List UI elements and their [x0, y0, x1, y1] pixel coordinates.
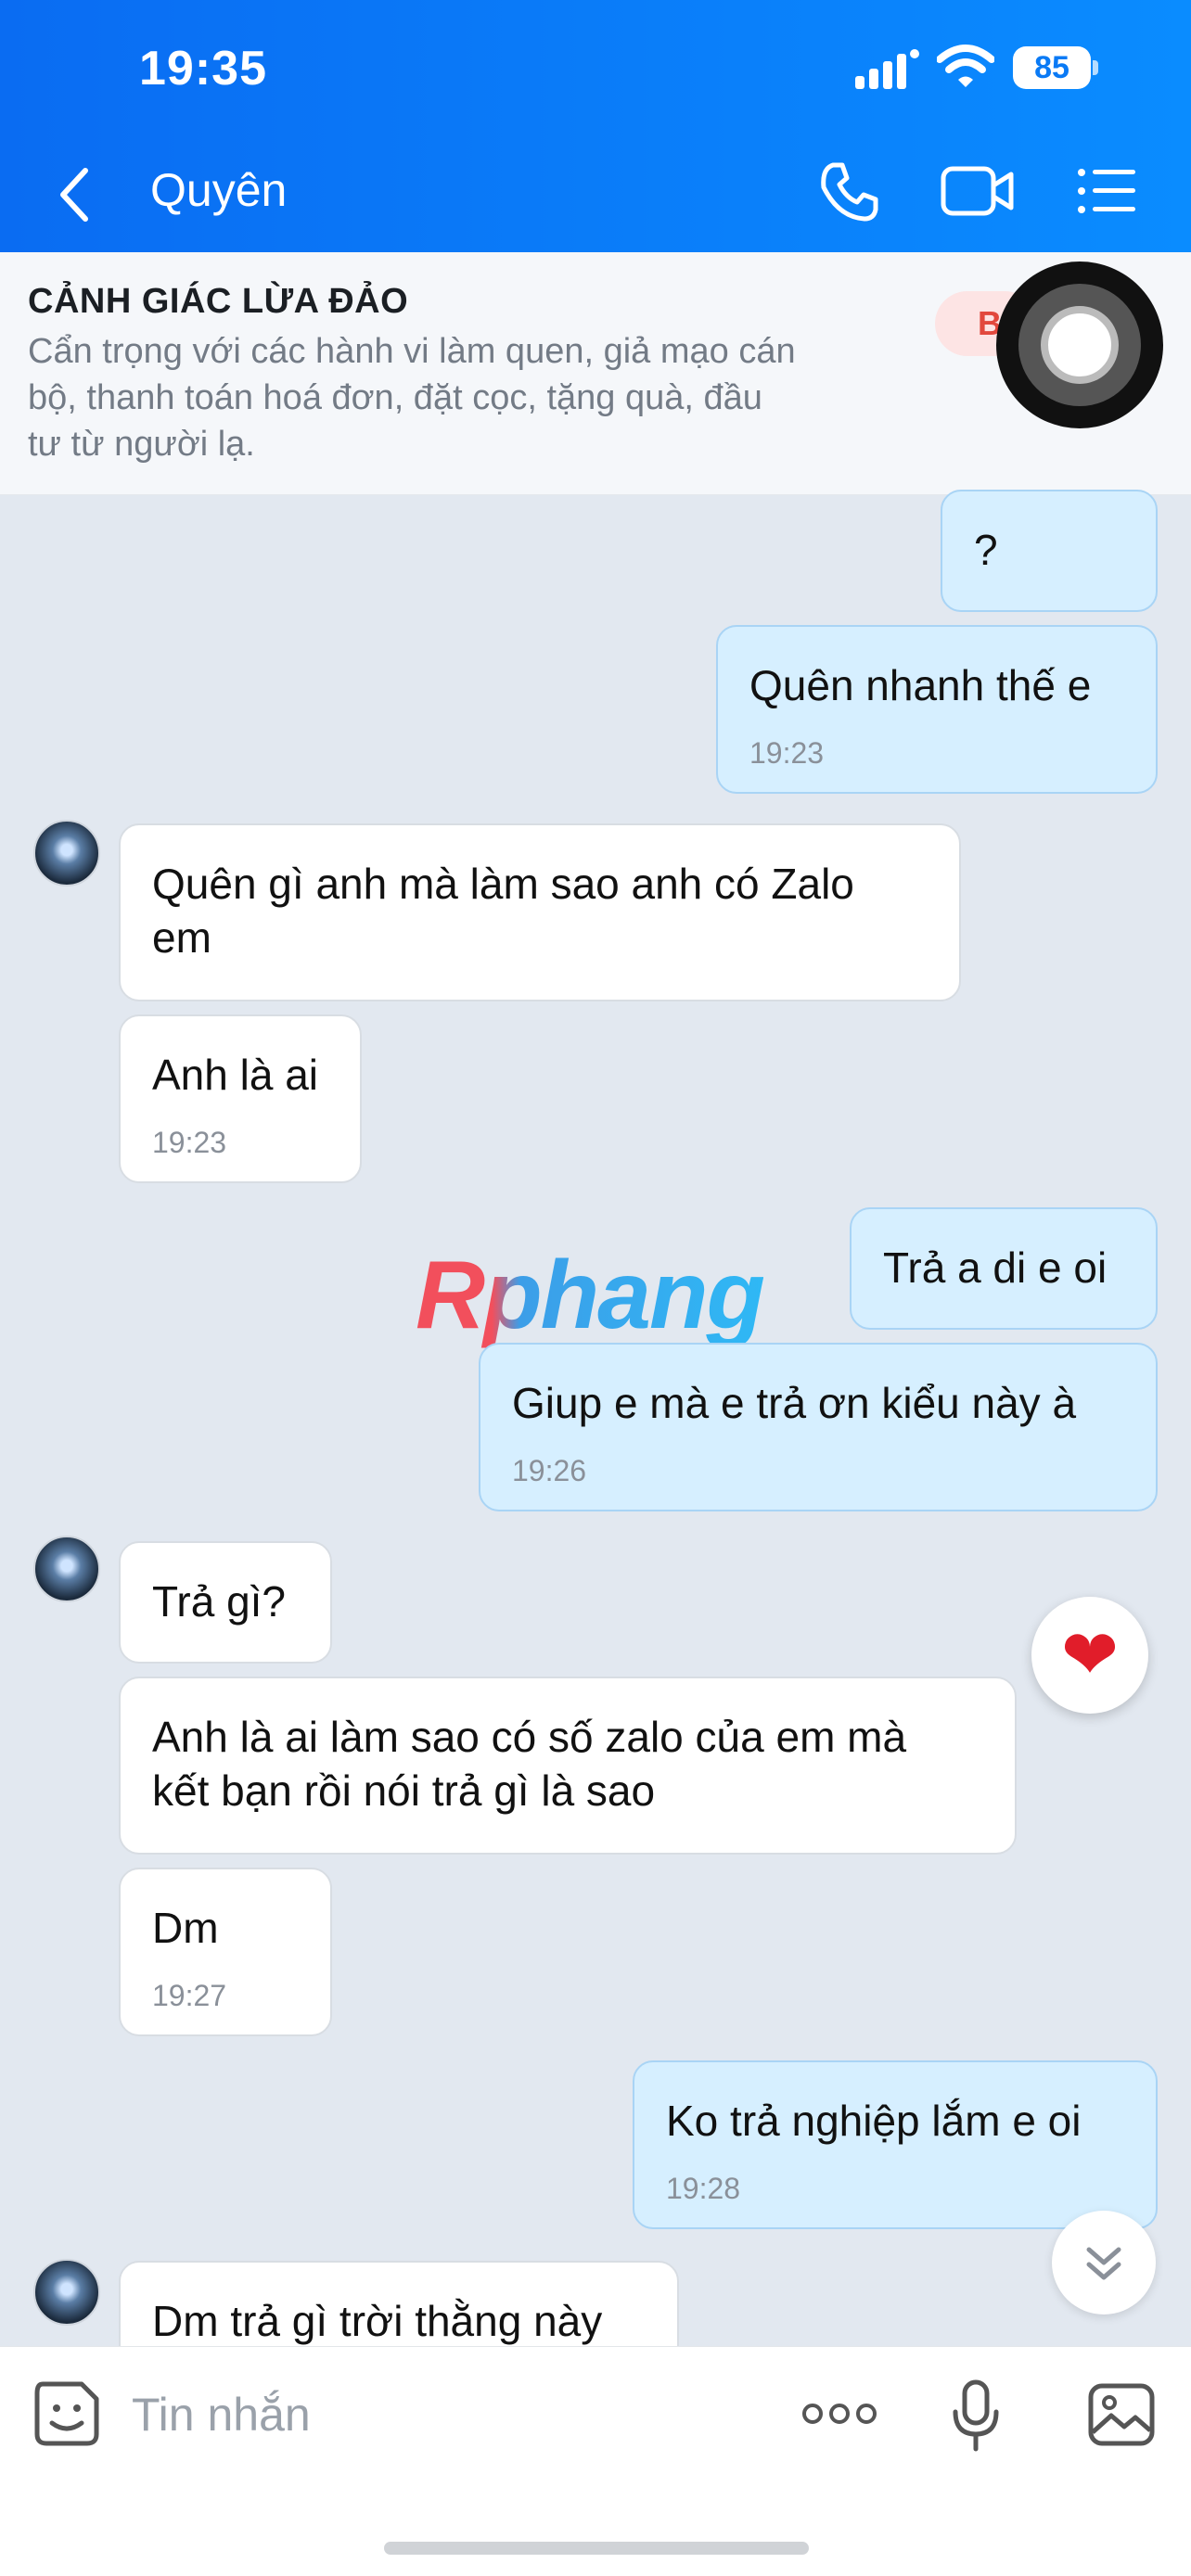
wifi-icon	[937, 45, 994, 87]
scroll-to-bottom-button[interactable]	[1052, 2211, 1156, 2315]
message-time: 19:23	[749, 736, 825, 770]
banner-line: Cẩn trọng với các hành vi làm quen, giả …	[28, 332, 796, 371]
contact-avatar[interactable]	[33, 820, 100, 886]
message-text: em	[152, 913, 211, 962]
heart-reaction-icon[interactable]: ❤	[1031, 1597, 1148, 1714]
message-text: Anh là ai	[152, 1051, 319, 1099]
message-bubble-incoming[interactable]: Anh là ai làm sao có số zalo của em mà k…	[119, 1677, 1017, 1855]
message-time: 19:28	[666, 2172, 741, 2205]
chat-title[interactable]: Quyên	[150, 163, 287, 217]
contact-avatar[interactable]	[33, 1536, 100, 1602]
message-bubble-incoming[interactable]: Dm 19:27	[119, 1868, 332, 2036]
message-text: Dm trả gì trời thằng này	[152, 2297, 603, 2345]
battery-level: 85	[1013, 46, 1091, 89]
sticker-smiley-icon[interactable]	[33, 2380, 100, 2447]
message-bubble-outgoing[interactable]: Giup e mà e trả ơn kiểu này à 19:26	[479, 1343, 1158, 1511]
message-text: Anh là ai làm sao có số zalo của em mà	[152, 1713, 907, 1761]
banner-line: tư từ người lạ.	[28, 425, 255, 464]
phone-call-button[interactable]	[816, 159, 881, 224]
banner-text: Cẩn trọng với các hành vi làm quen, giả …	[28, 328, 918, 467]
message-bubble-incoming[interactable]: Quên gì anh mà làm sao anh có Zalo em	[119, 823, 961, 1001]
message-input-bar	[0, 2346, 1191, 2576]
message-text: kết bạn rồi nói trả gì là sao	[152, 1766, 656, 1815]
status-time: 19:35	[139, 42, 267, 96]
assistive-touch-ring	[1018, 284, 1141, 406]
image-gallery-icon[interactable]	[1087, 2382, 1156, 2447]
battery-indicator: 85	[1013, 46, 1098, 89]
banner-line: bộ, thanh toán hoá đơn, đặt cọc, tặng qu…	[28, 378, 762, 417]
message-text: Trả a di e oi	[883, 1243, 1108, 1292]
message-text: Quên nhanh thế e	[749, 661, 1092, 709]
message-text: Ko trả nghiệp lắm e oi	[666, 2097, 1082, 2145]
message-text: ?	[974, 526, 998, 574]
message-text: Trả gì?	[152, 1577, 287, 1626]
assistive-touch-dot	[1041, 306, 1119, 384]
chat-header: 19:35 85 Quyên	[0, 0, 1191, 252]
message-time: 19:26	[512, 1454, 587, 1487]
message-bubble-incoming[interactable]: Anh là ai 19:23	[119, 1014, 362, 1183]
banner-title: CẢNH GIÁC LỪA ĐẢO	[28, 282, 409, 321]
message-bubble-incoming[interactable]: Trả gì?	[119, 1541, 332, 1664]
message-text: Quên gì anh mà làm sao anh có Zalo	[152, 860, 854, 908]
more-options-icon[interactable]	[801, 2395, 877, 2432]
home-indicator	[384, 2542, 809, 2555]
video-call-button[interactable]	[941, 163, 1015, 219]
message-bubble-outgoing[interactable]: Ko trả nghiệp lắm e oi 19:28	[633, 2060, 1158, 2229]
message-bubble-outgoing[interactable]: ?	[941, 490, 1158, 612]
battery-nub	[1093, 60, 1098, 75]
message-text: Dm	[152, 1904, 219, 1952]
message-bubble-outgoing[interactable]: Trả a di e oi	[850, 1207, 1158, 1330]
menu-list-button[interactable]	[1076, 167, 1135, 215]
contact-avatar[interactable]	[33, 2259, 100, 2326]
microphone-icon[interactable]	[950, 2378, 1002, 2453]
watermark-logo: Rphang	[416, 1242, 765, 1349]
message-time: 19:23	[152, 1126, 227, 1159]
message-input[interactable]	[132, 2384, 762, 2445]
message-text: Giup e mà e trả ơn kiểu này à	[512, 1379, 1077, 1427]
assistive-touch-button[interactable]	[996, 261, 1163, 428]
message-time: 19:27	[152, 1979, 227, 2012]
back-button[interactable]	[48, 158, 104, 232]
cellular-signal-icon	[855, 49, 919, 89]
message-bubble-outgoing[interactable]: Quên nhanh thế e 19:23	[716, 625, 1158, 794]
